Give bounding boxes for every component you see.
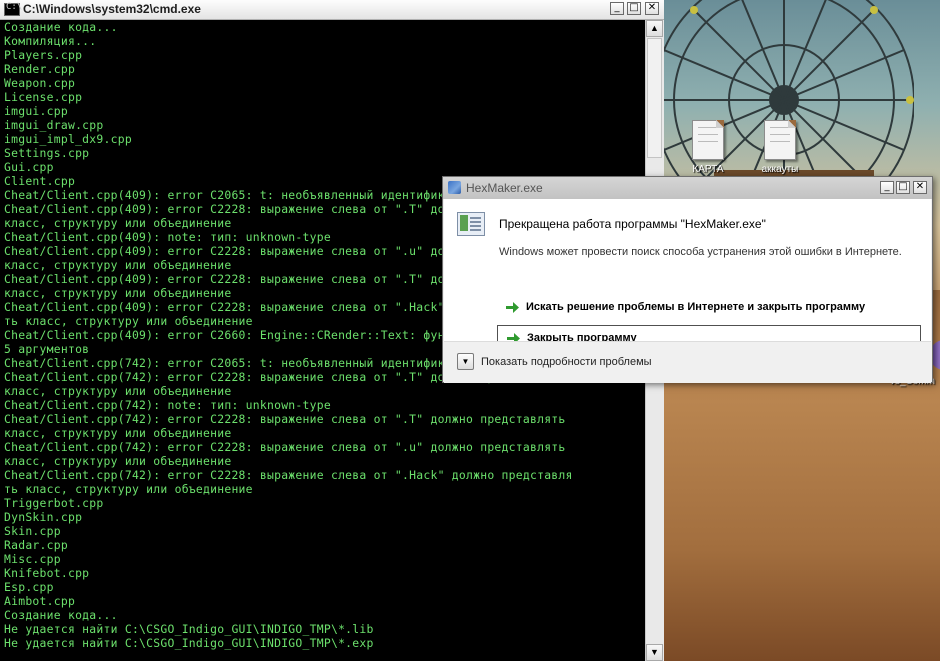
console-line: Cheat/Client.cpp(742): note: тип: unknow… <box>4 398 331 412</box>
desktop-icon-akkauty[interactable]: аккауты <box>748 120 812 175</box>
desktop-icon-label: аккауты <box>761 164 799 175</box>
option-label: Искать решение проблемы в Интернете и за… <box>526 301 866 313</box>
console-line: класс, структуру или объединение <box>4 426 232 440</box>
hexmaker-app-icon <box>448 181 461 194</box>
console-line: Создание кода... <box>4 608 118 622</box>
console-app-icon: C:\ <box>4 2 22 16</box>
dialog-title: HexMaker.exe <box>466 181 543 195</box>
scroll-up-arrow-icon[interactable]: ▲ <box>646 20 663 37</box>
console-line: Settings.cpp <box>4 146 90 160</box>
console-line: Misc.cpp <box>4 552 61 566</box>
dialog-minimize-button[interactable]: _ <box>880 181 894 194</box>
document-icon <box>692 120 724 160</box>
show-details-label[interactable]: Показать подробности проблемы <box>481 356 652 368</box>
scroll-down-arrow-icon[interactable]: ▼ <box>646 644 663 661</box>
dialog-close-button[interactable]: ✕ <box>913 181 927 194</box>
error-dialog[interactable]: HexMaker.exe _ □ ✕ Прекращена работа про… <box>442 176 933 383</box>
scroll-thumb[interactable] <box>647 38 662 158</box>
chevron-down-icon[interactable]: ▼ <box>457 353 474 370</box>
close-button[interactable]: ✕ <box>645 2 659 15</box>
dialog-maximize-button[interactable]: □ <box>896 181 910 194</box>
console-line: класс, структуру или объединение <box>4 384 232 398</box>
dialog-info-text: Windows может провести поиск способа уст… <box>499 246 902 258</box>
console-line: imgui_impl_dx9.cpp <box>4 132 132 146</box>
dialog-footer: ▼ Показать подробности проблемы <box>444 341 931 383</box>
console-line: Triggerbot.cpp <box>4 496 104 510</box>
console-line: Aimbot.cpp <box>4 594 76 608</box>
maximize-button[interactable]: □ <box>627 2 641 15</box>
console-line: Esp.cpp <box>4 580 54 594</box>
console-line: Cheat/Client.cpp(742): error C2228: выра… <box>4 468 573 482</box>
console-line: Не удается найти C:\CSGO_Indigo_GUI\INDI… <box>4 636 374 650</box>
console-line: Weapon.cpp <box>4 76 76 90</box>
console-line: Создание кода... <box>4 20 118 34</box>
search-online-and-close-button[interactable]: Искать решение проблемы в Интернете и за… <box>497 295 921 321</box>
console-line: ть класс, структуру или объединение <box>4 482 253 496</box>
desktop-icon-label: КАРТА <box>692 164 724 175</box>
console-line: Cheat/Client.cpp(742): error C2228: выра… <box>4 412 566 426</box>
console-line: Radar.cpp <box>4 538 68 552</box>
console-line: imgui.cpp <box>4 104 68 118</box>
console-titlebar[interactable]: C:\ C:\Windows\system32\cmd.exe _ □ ✕ <box>0 0 664 20</box>
console-line: License.cpp <box>4 90 83 104</box>
console-line: imgui_draw.cpp <box>4 118 104 132</box>
console-line: Не удается найти C:\CSGO_Indigo_GUI\INDI… <box>4 622 374 636</box>
console-line: Компиляция... <box>4 34 97 48</box>
dialog-body: Прекращена работа программы "HexMaker.ex… <box>444 199 931 351</box>
console-line: класс, структуру или объединение <box>4 454 232 468</box>
console-line: Skin.cpp <box>4 524 61 538</box>
dialog-titlebar[interactable]: HexMaker.exe _ □ ✕ <box>443 177 932 199</box>
program-window-icon <box>457 212 485 236</box>
dialog-heading: Прекращена работа программы "HexMaker.ex… <box>499 217 766 231</box>
console-line: DynSkin.cpp <box>4 510 83 524</box>
console-line: Cheat/Client.cpp(742): error C2228: выра… <box>4 440 566 454</box>
console-line: Knifebot.cpp <box>4 566 90 580</box>
minimize-button[interactable]: _ <box>610 2 624 15</box>
desktop-icon-karta[interactable]: КАРТА <box>676 120 740 175</box>
console-line: Render.cpp <box>4 62 76 76</box>
console-line: Gui.cpp <box>4 160 54 174</box>
document-icon <box>764 120 796 160</box>
console-title: C:\Windows\system32\cmd.exe <box>23 2 201 16</box>
console-line: Players.cpp <box>4 48 83 62</box>
green-arrow-icon <box>506 302 519 313</box>
